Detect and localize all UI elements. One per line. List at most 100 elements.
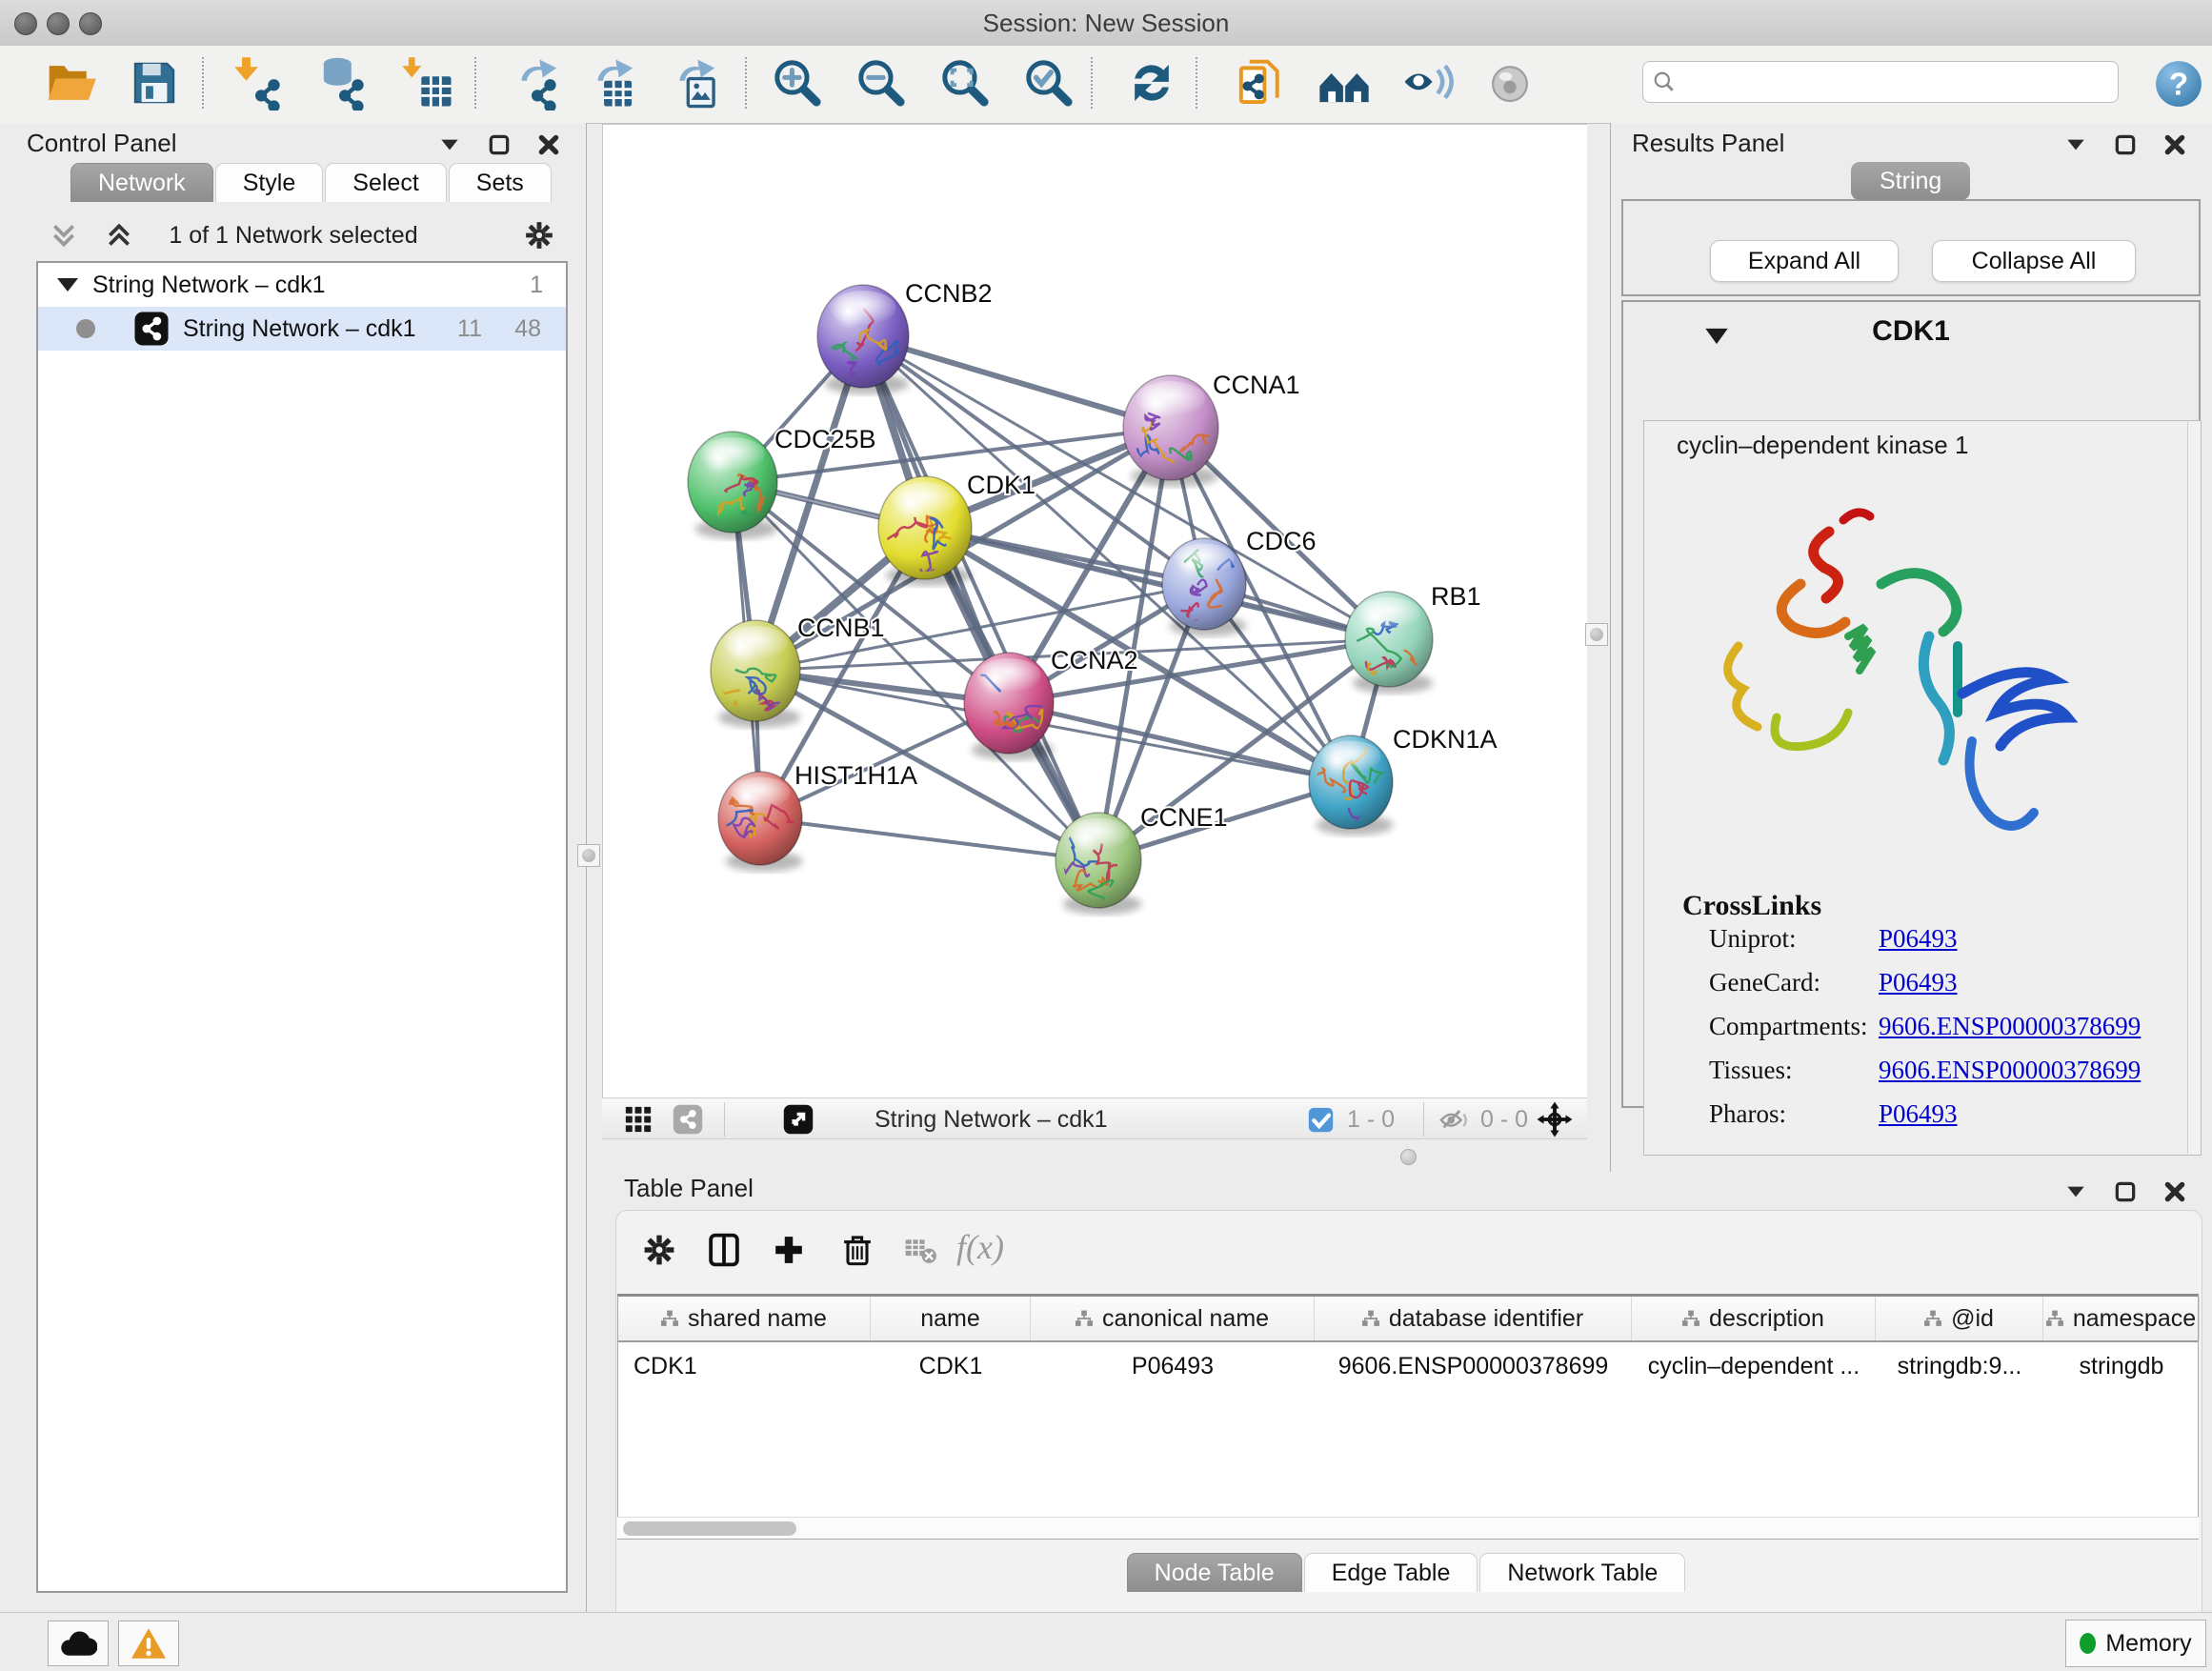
scrollbar-thumb[interactable] [623, 1521, 796, 1536]
crosslink-link[interactable]: 9606.ENSP00000378699 [1879, 1056, 2141, 1085]
crosslink-link[interactable]: P06493 [1879, 968, 1958, 997]
table-panel-header-icons [2063, 1179, 2187, 1204]
close-panel-icon[interactable] [2162, 1179, 2187, 1204]
crosslink-link[interactable]: P06493 [1879, 1099, 1958, 1129]
float-panel-icon[interactable] [2113, 1179, 2138, 1204]
tab-network-table[interactable]: Network Table [1479, 1553, 1685, 1592]
results-scrollbar-track[interactable] [2187, 422, 2201, 1154]
node-CCNA2[interactable]: CCNA2 [964, 646, 1138, 760]
tab-node-table[interactable]: Node Table [1127, 1553, 1302, 1592]
show-hide-graphics-details-button[interactable] [1399, 55, 1455, 111]
string-network-graph[interactable]: CCNB2 CCNA1 CDC25B CDK1 CDC6 R [603, 125, 1588, 1098]
column-header-shared-name[interactable]: shared name [618, 1297, 871, 1340]
network-options-gear-icon[interactable] [522, 218, 556, 252]
node-HIST1H1A[interactable]: HIST1H1A [710, 761, 917, 872]
collapse-all-icon[interactable] [50, 222, 78, 251]
cell-description[interactable]: cyclin–dependent ... [1632, 1348, 1876, 1384]
column-header-description[interactable]: description [1632, 1297, 1876, 1340]
zoom-in-button[interactable] [770, 55, 825, 111]
splitter-grip[interactable] [1400, 1149, 1417, 1165]
tab-style[interactable]: Style [215, 163, 324, 202]
panel-splitter[interactable] [1587, 124, 1610, 1097]
node-CCNE1[interactable]: CCNE1 [1048, 803, 1227, 915]
crosslink-link[interactable]: P06493 [1879, 924, 1958, 954]
selected-nodes-checkbox-icon[interactable] [1307, 1106, 1335, 1134]
memory-button[interactable]: Memory [2065, 1620, 2206, 1667]
warnings-button[interactable] [118, 1621, 179, 1666]
cell-shared-name[interactable]: CDK1 [633, 1348, 871, 1384]
cell--id[interactable]: stringdb:9... [1876, 1348, 2043, 1384]
collapse-panel-icon[interactable] [2063, 132, 2088, 157]
crosslink-link[interactable]: 9606.ENSP00000378699 [1879, 1012, 2141, 1041]
column-header--id[interactable]: @id [1876, 1297, 2043, 1340]
cloud-status-button[interactable] [48, 1621, 109, 1666]
network-collection-row[interactable]: String Network – cdk1 1 [38, 263, 566, 307]
tab-string[interactable]: String [1851, 162, 1970, 200]
import-table-from-file-button[interactable] [400, 55, 455, 111]
new-network-from-selection-button[interactable] [1234, 55, 1289, 111]
column-header-canonical-name[interactable]: canonical name [1031, 1297, 1315, 1340]
search-input[interactable] [1683, 68, 2108, 96]
expand-collection-icon[interactable] [57, 278, 78, 292]
column-header-namespace[interactable]: namespace [2043, 1297, 2200, 1340]
network-edge-count: 48 [514, 315, 541, 343]
table-options-gear-icon[interactable] [640, 1231, 678, 1269]
zoom-selected-region-button[interactable] [1021, 55, 1076, 111]
close-panel-icon[interactable] [536, 132, 561, 157]
node-CDKN1A[interactable]: CDKN1A [1309, 725, 1498, 836]
zoom-out-button[interactable] [854, 55, 909, 111]
float-panel-icon[interactable] [487, 132, 512, 157]
refresh-view-button[interactable] [1124, 55, 1179, 111]
open-session-button[interactable] [43, 55, 98, 111]
import-network-from-database-button[interactable] [316, 55, 372, 111]
tab-sets[interactable]: Sets [449, 163, 552, 202]
tab-network[interactable]: Network [70, 163, 213, 202]
cell-database-identifier[interactable]: 9606.ENSP00000378699 [1315, 1348, 1632, 1384]
node-CCNB2[interactable]: CCNB2 [817, 279, 993, 394]
expand-all-button[interactable]: Expand All [1710, 240, 1899, 282]
table-horizontal-scrollbar[interactable] [617, 1517, 2199, 1539]
collapse-panel-icon[interactable] [437, 132, 462, 157]
export-table-button[interactable] [585, 55, 640, 111]
toolbar-divider [1091, 57, 1093, 109]
collapse-all-button[interactable]: Collapse All [1932, 240, 2136, 282]
horizontal-splitter[interactable] [602, 1140, 1610, 1172]
show-columns-icon[interactable] [705, 1231, 743, 1269]
edge-CDK1-RB1[interactable] [925, 528, 1389, 639]
column-header-database-identifier[interactable]: database identifier [1315, 1297, 1632, 1340]
left-splitter-handle[interactable] [577, 844, 600, 867]
cell-namespace[interactable]: stringdb [2043, 1348, 2200, 1384]
expand-all-icon[interactable] [105, 222, 133, 251]
network-row-selected[interactable]: String Network – cdk1 11 48 [38, 307, 566, 351]
export-network-button[interactable] [509, 55, 564, 111]
node-CDK1[interactable]: CDK1 [878, 471, 1036, 586]
cell-name[interactable]: CDK1 [871, 1348, 1031, 1384]
cell-canonical-name[interactable]: P06493 [1031, 1348, 1315, 1384]
export-image-button[interactable] [667, 55, 722, 111]
grid-view-icon[interactable] [621, 1102, 655, 1137]
save-session-button[interactable] [127, 55, 182, 111]
pan-crosshair-icon[interactable] [1536, 1100, 1574, 1138]
node-CCNB1[interactable]: CCNB1 [711, 614, 885, 728]
close-panel-icon[interactable] [2162, 132, 2187, 157]
zoom-fit-content-button[interactable] [937, 55, 993, 111]
birds-eye-view-button[interactable] [1482, 55, 1538, 111]
delete-column-icon[interactable] [838, 1231, 876, 1269]
node-table[interactable]: shared namenamecanonical namedatabase id… [617, 1294, 2199, 1540]
edge-HIST1H1A-CCNE1[interactable] [760, 818, 1098, 860]
node-RB1[interactable]: RB1 [1345, 582, 1481, 694]
network-view-mode-icon[interactable] [671, 1102, 705, 1137]
first-neighbors-button[interactable] [1317, 55, 1372, 111]
tab-select[interactable]: Select [325, 163, 446, 202]
add-column-icon[interactable] [770, 1231, 808, 1269]
network-view-canvas[interactable]: CCNB2 CCNA1 CDC25B CDK1 CDC6 R [602, 124, 1587, 1097]
collapse-panel-icon[interactable] [2063, 1179, 2088, 1204]
help-button[interactable]: ? [2153, 58, 2204, 110]
right-splitter-handle[interactable] [1585, 623, 1608, 646]
float-panel-icon[interactable] [2113, 132, 2138, 157]
node-CDC6[interactable]: CDC6 [1162, 527, 1317, 636]
import-network-from-file-button[interactable] [232, 55, 288, 111]
tab-edge-table[interactable]: Edge Table [1304, 1553, 1478, 1592]
column-header-name[interactable]: name [871, 1297, 1031, 1340]
detach-view-icon[interactable] [781, 1102, 815, 1137]
